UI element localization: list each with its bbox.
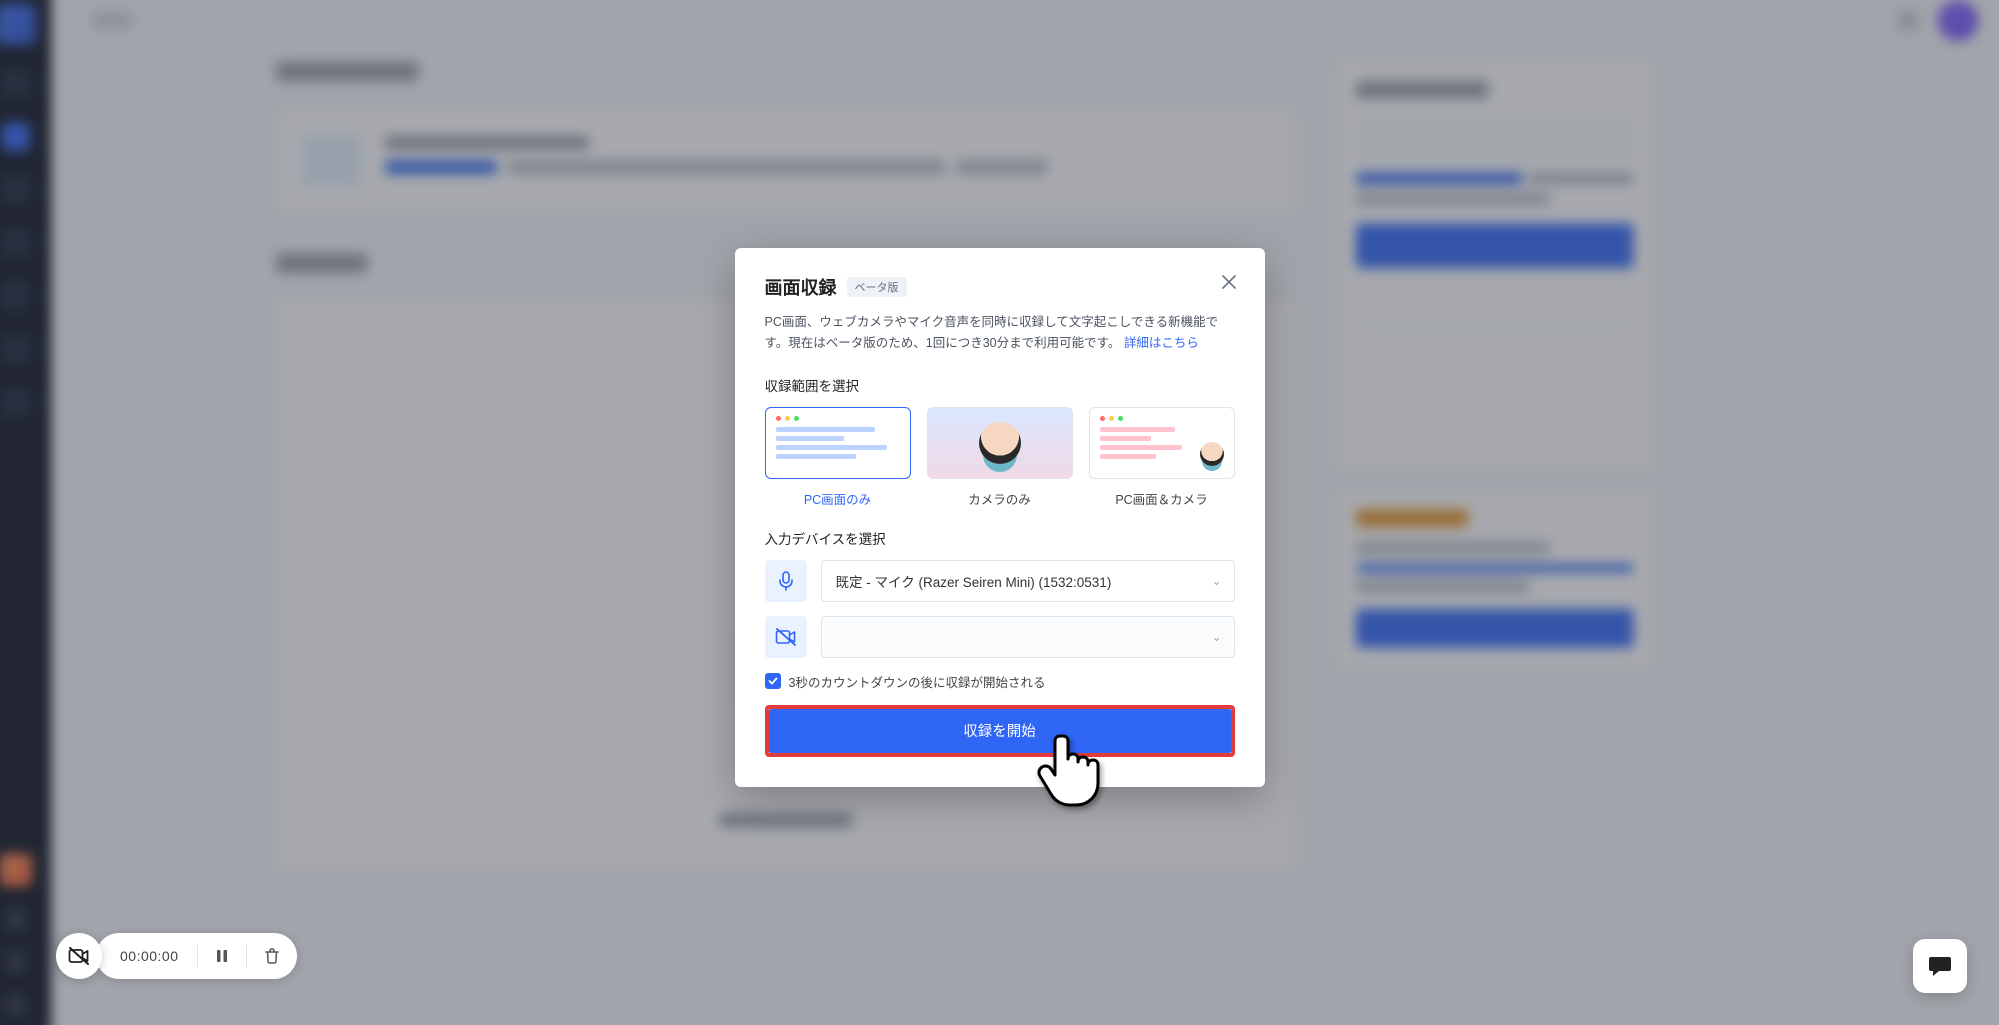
separator (246, 945, 247, 967)
mode-camera-only[interactable]: カメラのみ (927, 407, 1073, 508)
recorder-pill: 00:00:00 (56, 933, 297, 979)
separator (197, 945, 198, 967)
recorder-delete-button[interactable] (265, 948, 279, 964)
mode-row: PC画面のみ カメラのみ PC画面＆カメラ (765, 407, 1235, 508)
start-button-highlight: 収録を開始 (765, 705, 1235, 757)
mic-select-value: 既定 - マイク (Razer Seiren Mini) (1532:0531) (836, 571, 1112, 591)
chevron-down-icon: ⌄ (1211, 630, 1221, 644)
countdown-label: 3秒のカウントダウンの後に収録が開始される (789, 672, 1046, 691)
camera-face-icon (979, 422, 1021, 464)
mic-toggle[interactable] (765, 560, 807, 602)
countdown-checkbox[interactable] (765, 673, 781, 689)
chat-icon (1927, 954, 1953, 978)
mode-pc-only[interactable]: PC画面のみ (765, 407, 911, 508)
mode-pc-and-camera[interactable]: PC画面＆カメラ (1089, 407, 1235, 508)
close-button[interactable] (1217, 270, 1241, 294)
recorder-camera-toggle[interactable] (56, 933, 102, 979)
modal-title: 画面収録 (765, 274, 837, 300)
camera-toggle[interactable] (765, 616, 807, 658)
camera-off-icon (775, 628, 797, 646)
modal-overlay[interactable]: 画面収録 ベータ版 PC画面、ウェブカメラやマイク音声を同時に収録して文字起こし… (0, 0, 1999, 1025)
camera-off-icon (68, 947, 90, 965)
trash-icon (265, 948, 279, 964)
range-section-label: 収録範囲を選択 (765, 375, 1235, 395)
beta-badge: ベータ版 (847, 277, 907, 297)
check-icon (768, 676, 778, 686)
mode-caption: カメラのみ (968, 489, 1031, 508)
pause-icon (216, 949, 228, 963)
mode-thumb-both (1089, 407, 1235, 479)
mode-caption: PC画面のみ (804, 489, 871, 508)
recorder-pause-button[interactable] (216, 949, 228, 963)
mode-thumb-camera (927, 407, 1073, 479)
start-recording-button[interactable]: 収録を開始 (769, 709, 1231, 753)
camera-select[interactable]: ⌄ (821, 616, 1235, 658)
microphone-icon (777, 571, 795, 591)
chevron-down-icon: ⌄ (1211, 574, 1221, 588)
recorder-time: 00:00:00 (120, 948, 179, 964)
screen-record-modal: 画面収録 ベータ版 PC画面、ウェブカメラやマイク音声を同時に収録して文字起こし… (735, 248, 1265, 787)
mic-select[interactable]: 既定 - マイク (Razer Seiren Mini) (1532:0531)… (821, 560, 1235, 602)
device-section-label: 入力デバイスを選択 (765, 528, 1235, 548)
close-icon (1222, 275, 1236, 289)
modal-description: PC画面、ウェブカメラやマイク音声を同時に収録して文字起こしできる新機能です。現… (765, 312, 1235, 355)
mode-thumb-pc (765, 407, 911, 479)
camera-face-icon (1200, 442, 1224, 466)
details-link[interactable]: 詳細はこちら (1124, 336, 1199, 350)
mode-caption: PC画面＆カメラ (1115, 489, 1207, 508)
chat-fab[interactable] (1913, 939, 1967, 993)
